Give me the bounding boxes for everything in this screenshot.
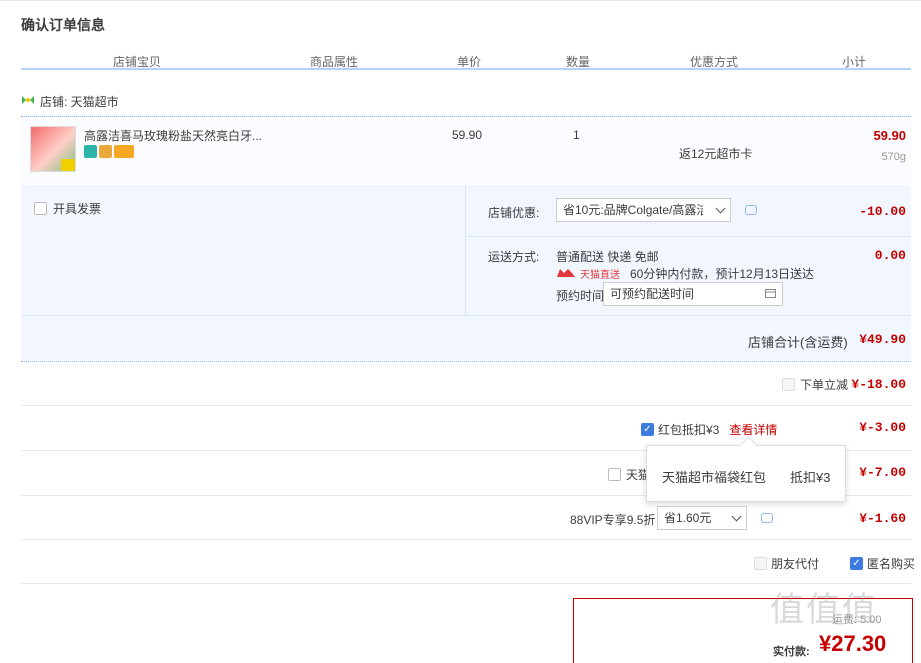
red-packet-checkbox[interactable]: ✓ [641,423,654,436]
vip-label: 88VIP专享9.5折 [570,513,656,527]
tmall-supermarket-icon [21,94,35,109]
order-discount-amount: ¥-18.00 [851,377,906,392]
top-divider [0,0,921,1]
red-packet-label: 红包抵扣¥3 [658,423,720,437]
shop-discount-amount: -10.00 [859,204,906,219]
red-packet-option[interactable]: ✓ 红包抵扣¥3 查看详情 [641,421,777,438]
friend-pay-checkbox [754,557,767,570]
friend-pay-option: 朋友代付 [754,555,819,572]
message-icon[interactable] [761,513,773,523]
invoice-label: 开具发票 [53,202,102,216]
shipping-amount: 0.00 [874,248,906,263]
popup-packet-value: 抵扣¥3 [790,470,831,485]
product-name[interactable]: 高露洁喜马玫瑰粉盐天然亮白牙... [84,127,262,144]
shop-discount-label: 店铺优惠: [488,206,540,220]
row-divider [21,539,911,540]
shop-name[interactable]: 店铺: 天猫超市 [40,93,119,110]
page-title: 确认订单信息 [21,17,105,33]
item-quantity: 1 [573,128,580,142]
anonymous-label: 匿名购买 [867,557,916,571]
watermark: 值值值 [770,590,878,630]
red-packet-details-popup: 天猫超市福袋红包 抵扣¥3 [646,445,846,502]
total-amount: ¥27.30 [819,631,887,656]
shipping-method: 普通配送 快递 免邮 [556,250,659,264]
anonymous-purchase-option[interactable]: ✓ 匿名购买 [850,555,915,572]
shop-row: 店铺: 天猫超市 [21,93,119,110]
schedule-placeholder: 可预约配送时间 [610,287,695,301]
friend-pay-label: 朋友代付 [771,557,820,571]
shipping-label: 运送方式: [488,250,540,264]
credit-card-icon [114,145,134,158]
unit-price: 59.90 [452,128,483,142]
panel-divider [466,236,911,237]
schedule-time-input[interactable]: 可预约配送时间 [603,282,783,306]
shop-total-divider [21,361,911,362]
order-discount-checkbox [782,378,795,391]
shop-total-amount: ¥49.90 [859,332,906,347]
tmall-amount: ¥-7.00 [859,465,906,480]
product-thumbnail[interactable] [30,126,76,172]
tmall-option[interactable]: 天猫 [608,466,650,483]
red-packet-details-link[interactable]: 查看详情 [729,421,777,438]
shipping-eta: 60分钟内付款，预计12月13日送达 [630,267,815,281]
vip-amount: ¥-1.60 [859,511,906,526]
row-divider [21,405,911,406]
seven-day-return-icon [84,145,97,158]
header-divider [21,68,911,70]
tmall-direct-row: 天猫直送 60分钟内付款，预计12月13日送达 [556,265,814,282]
tmall-cat-icon [556,267,576,281]
panel-divider-vertical [465,185,466,315]
tmall-checkbox[interactable] [608,468,621,481]
chevron-down-icon [715,203,726,213]
schedule-label: 预约时间 [556,289,605,303]
calendar-icon [765,283,776,305]
red-packet-amount: ¥-3.00 [859,420,906,435]
guarantee-icon [99,145,112,158]
order-discount-label: 下单立减 [800,378,849,392]
invoice-option[interactable]: 开具发票 [34,200,101,217]
item-weight: 570g [881,151,906,163]
panel-divider-bottom [21,315,911,316]
popup-packet-name: 天猫超市福袋红包 [662,470,767,485]
order-discount-option: 下单立减 [782,376,848,393]
vip-discount-value: 省1.60元 [664,511,712,525]
chevron-down-icon [731,511,742,521]
item-subtotal: 59.90 [873,128,906,143]
vip-discount-select[interactable]: 省1.60元 [657,506,747,530]
shop-discount-value: 省10元:品牌Colgate/高露洁 [563,203,703,217]
invoice-checkbox[interactable] [34,202,47,215]
shop-total-label: 店铺合计(含运费) [748,335,848,350]
total-label: 实付款: [773,646,810,658]
tmall-direct-label: 天猫直送 [580,270,620,281]
item-promo: 返12元超市卡 [679,147,753,161]
shop-discount-select[interactable]: 省10元:品牌Colgate/高露洁 [556,198,731,222]
message-icon[interactable] [745,205,757,215]
anonymous-checkbox[interactable]: ✓ [850,557,863,570]
product-badges [84,145,134,158]
